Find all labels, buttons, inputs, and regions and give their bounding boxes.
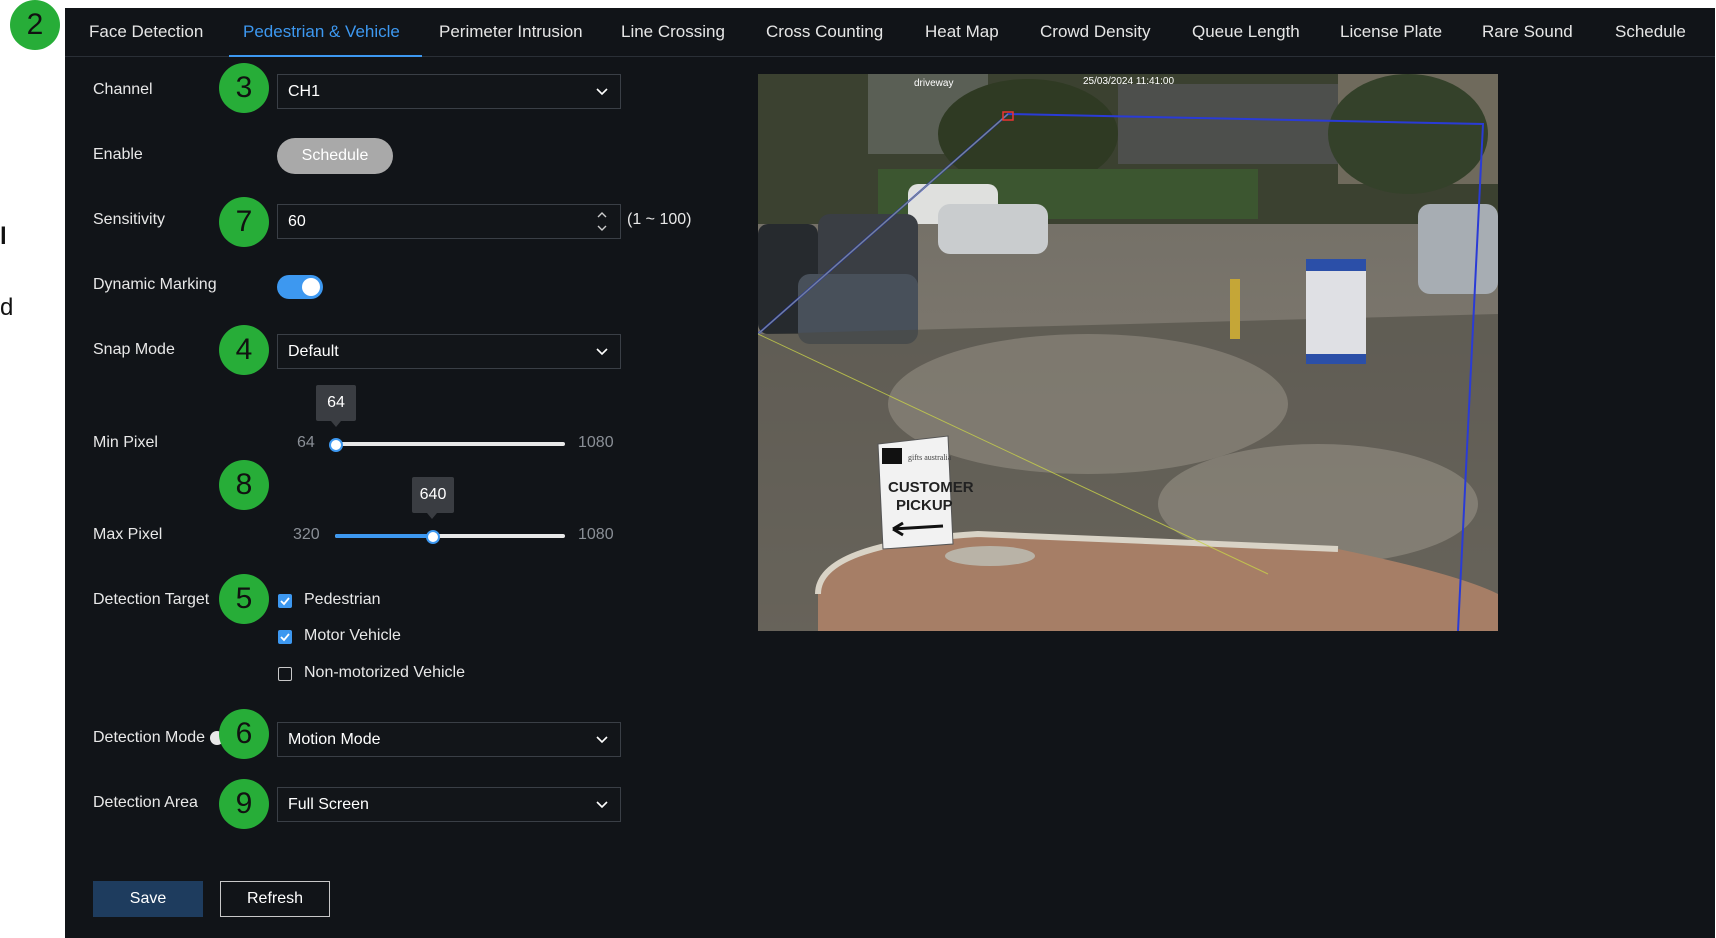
step-badge-3: 3 [219, 63, 269, 113]
min-pixel-max: 1080 [578, 434, 614, 451]
max-pixel-min: 320 [293, 526, 320, 543]
snap-mode-label: Snap Mode [93, 341, 175, 358]
save-button[interactable]: Save [93, 881, 203, 917]
max-pixel-max: 1080 [578, 526, 614, 543]
osd-label: driveway [914, 78, 953, 89]
step-badge-9: 9 [219, 779, 269, 829]
tab-bar: Face Detection Pedestrian & Vehicle Peri… [65, 8, 1715, 57]
camera-scene-image: gifts australia CUSTOMER PICKUP driveway… [758, 74, 1498, 631]
snap-mode-select[interactable]: Default [277, 334, 621, 369]
tab-crowd-density[interactable]: Crowd Density [1040, 8, 1151, 56]
tab-line-crossing[interactable]: Line Crossing [621, 8, 725, 56]
step-badge-4: 4 [219, 325, 269, 375]
chevron-down-icon [596, 88, 608, 96]
sign-line1-text: CUSTOMER [888, 479, 974, 496]
motor-vehicle-checkbox[interactable] [278, 630, 292, 644]
tab-queue-length[interactable]: Queue Length [1192, 8, 1300, 56]
tab-face-detection[interactable]: Face Detection [89, 8, 203, 56]
check-icon [280, 633, 290, 642]
motor-vehicle-label: Motor Vehicle [304, 627, 401, 644]
tab-cross-counting[interactable]: Cross Counting [766, 8, 883, 56]
min-pixel-thumb[interactable] [329, 438, 343, 452]
enable-label: Enable [93, 146, 143, 163]
min-pixel-tooltip: 64 [316, 385, 356, 427]
max-pixel-label: Max Pixel [93, 526, 163, 543]
step-badge-2: 2 [10, 0, 60, 50]
max-pixel-thumb[interactable] [426, 530, 440, 544]
sensitivity-label: Sensitivity [93, 211, 166, 228]
detection-area-value: Full Screen [288, 796, 369, 813]
toggle-knob [302, 278, 320, 296]
sign-line2-text: PICKUP [896, 497, 953, 514]
detection-mode-value: Motion Mode [288, 731, 381, 748]
max-pixel-fill [335, 534, 432, 538]
tab-schedule[interactable]: Schedule [1615, 8, 1686, 56]
tab-pedestrian-vehicle[interactable]: Pedestrian & Vehicle [229, 8, 422, 57]
pedestrian-label: Pedestrian [304, 591, 381, 608]
detection-mode-select[interactable]: Motion Mode [277, 722, 621, 757]
schedule-button[interactable]: Schedule [277, 138, 393, 174]
min-pixel-min: 64 [297, 434, 315, 451]
tab-perimeter-intrusion[interactable]: Perimeter Intrusion [439, 8, 583, 56]
check-icon [280, 597, 290, 606]
sensitivity-value: 60 [288, 213, 306, 230]
stepper-arrows-icon[interactable] [594, 205, 610, 238]
channel-select[interactable]: CH1 [277, 74, 621, 109]
edge-text-line2: d [0, 294, 14, 321]
step-badge-8: 8 [219, 460, 269, 510]
dynamic-marking-label: Dynamic Marking [93, 276, 217, 293]
step-badge-6: 6 [219, 709, 269, 759]
snap-mode-value: Default [288, 343, 339, 360]
detection-area-label: Detection Area [93, 794, 198, 811]
channel-label: Channel [93, 81, 153, 98]
chevron-down-icon [596, 801, 608, 809]
edge-text-line1: l [0, 223, 7, 250]
tab-heat-map[interactable]: Heat Map [925, 8, 999, 56]
tab-license-plate[interactable]: License Plate [1340, 8, 1442, 56]
camera-preview[interactable]: gifts australia CUSTOMER PICKUP driveway… [758, 74, 1498, 631]
step-badge-5: 5 [219, 574, 269, 624]
detection-mode-label: Detection Mode [93, 729, 206, 746]
sign-brand-text: gifts australia [908, 453, 952, 462]
step-badge-7: 7 [219, 197, 269, 247]
osd-timestamp: 25/03/2024 11:41:00 [1083, 76, 1174, 87]
sensitivity-stepper[interactable]: 60 [277, 204, 621, 239]
dynamic-marking-toggle[interactable] [277, 275, 323, 299]
max-pixel-tooltip: 640 [412, 477, 454, 519]
channel-value: CH1 [288, 83, 321, 100]
non-motorized-vehicle-label: Non-motorized Vehicle [304, 664, 465, 681]
min-pixel-track[interactable] [335, 442, 565, 446]
min-pixel-label: Min Pixel [93, 434, 158, 451]
sensitivity-range: (1 ~ 100) [627, 211, 692, 228]
chevron-down-icon [596, 348, 608, 356]
detection-area-select[interactable]: Full Screen [277, 787, 621, 822]
tab-rare-sound[interactable]: Rare Sound [1482, 8, 1573, 56]
chevron-down-icon [596, 736, 608, 744]
non-motorized-vehicle-checkbox[interactable] [278, 667, 292, 681]
refresh-button[interactable]: Refresh [220, 881, 330, 917]
detection-target-label: Detection Target [93, 591, 210, 608]
pedestrian-checkbox[interactable] [278, 594, 292, 608]
